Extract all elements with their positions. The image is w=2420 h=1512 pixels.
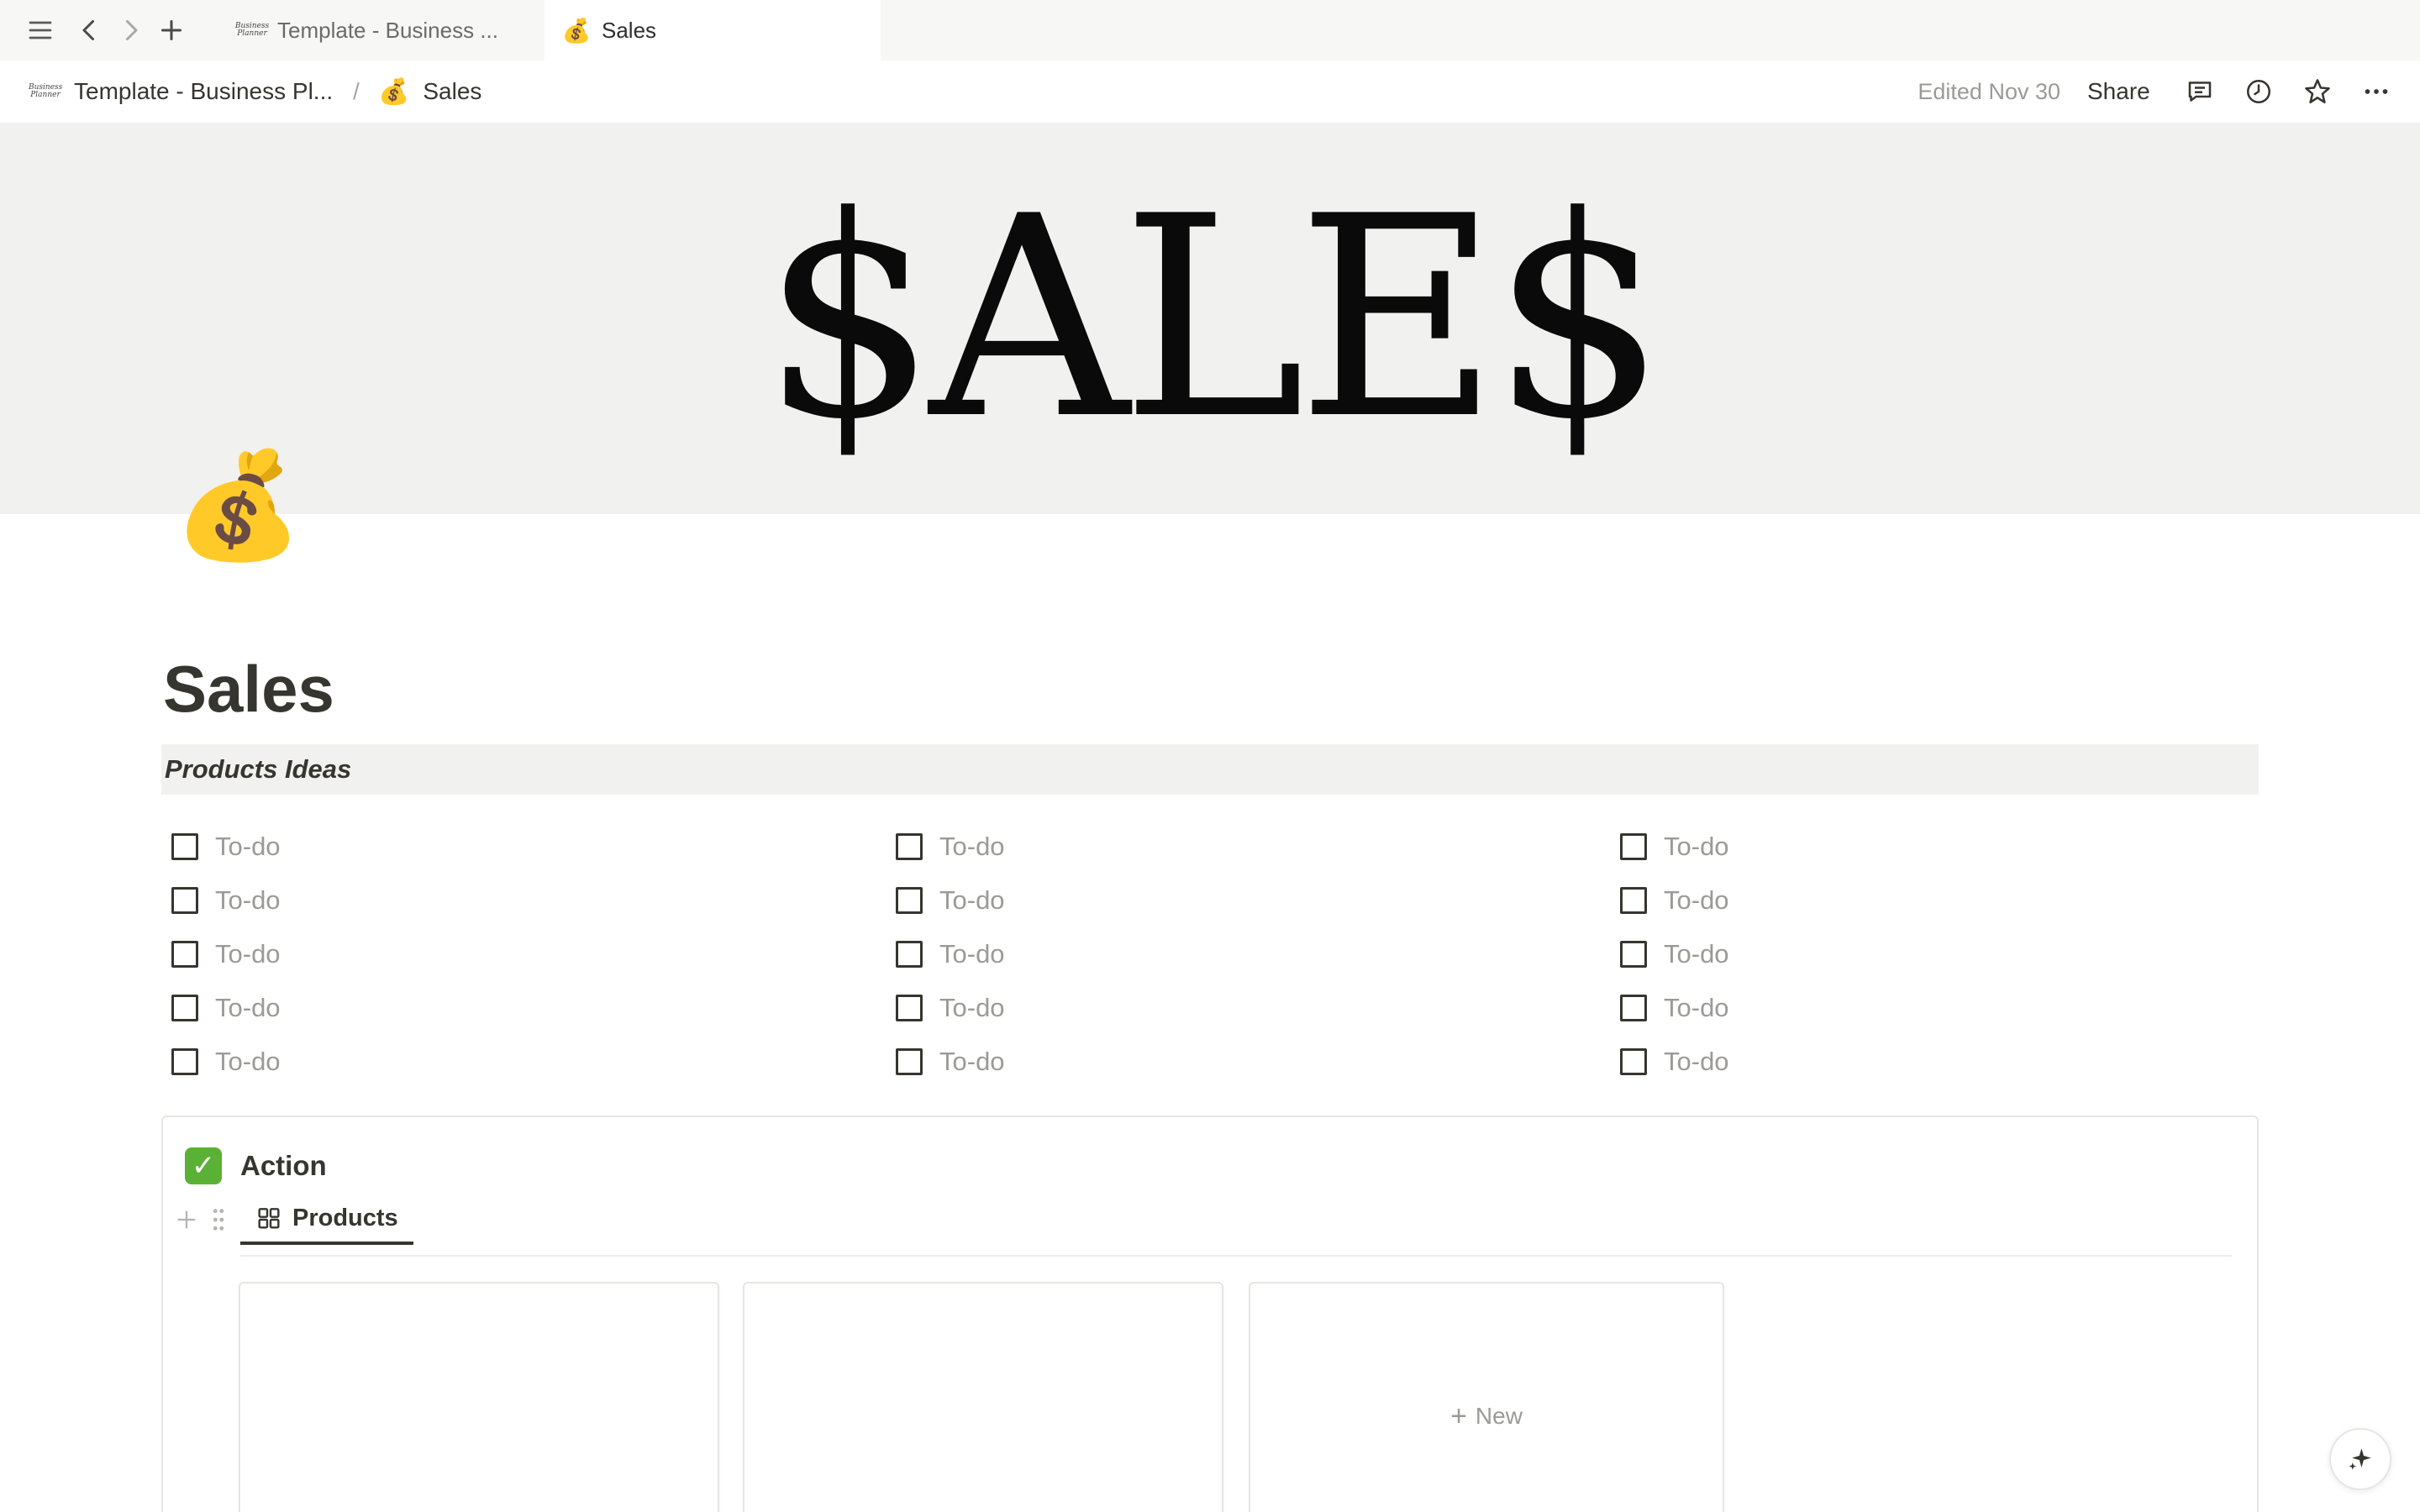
- todo-label: To-do: [215, 939, 281, 969]
- checkbox[interactable]: [1620, 887, 1647, 914]
- breadcrumb-parent[interactable]: Business Planner Template - Business Pl.…: [29, 60, 333, 123]
- tab-label: Template - Business ...: [277, 17, 498, 43]
- gallery-card[interactable]: [743, 1282, 1223, 1512]
- section-heading-label: Products Ideas: [165, 754, 352, 784]
- money-bag-icon[interactable]: 💰: [173, 438, 302, 573]
- todo-item[interactable]: To-do: [1610, 981, 1729, 1035]
- checkbox[interactable]: [171, 1048, 198, 1075]
- tab-label: Sales: [602, 17, 657, 43]
- todo-item[interactable]: To-do: [161, 927, 281, 981]
- todo-label: To-do: [1664, 832, 1729, 861]
- view-tab-label: Products: [292, 1204, 398, 1231]
- checkbox[interactable]: [1620, 941, 1647, 968]
- checkbox[interactable]: [1620, 1048, 1647, 1075]
- todo-item[interactable]: To-do: [1610, 1035, 1729, 1089]
- todo-item[interactable]: To-do: [886, 820, 1005, 874]
- check-mark-icon: ✓: [185, 1147, 222, 1184]
- checkbox[interactable]: [171, 887, 198, 914]
- todo-item[interactable]: To-do: [886, 927, 1005, 981]
- drag-handle-icon[interactable]: [207, 1205, 230, 1235]
- checkbox[interactable]: [171, 995, 198, 1021]
- checkbox[interactable]: [171, 833, 198, 860]
- todo-item[interactable]: To-do: [161, 1035, 281, 1089]
- todo-label: To-do: [1664, 993, 1729, 1022]
- cover-text: $ALE$: [760, 157, 1667, 480]
- todo-label: To-do: [939, 993, 1005, 1022]
- page-cover[interactable]: $ALE$: [0, 123, 2420, 514]
- history-icon[interactable]: [2242, 75, 2275, 108]
- todo-label: To-do: [939, 885, 1005, 915]
- sparkle-icon: [2349, 1448, 2371, 1470]
- add-block-icon[interactable]: [171, 1205, 202, 1235]
- new-card-label: New: [1475, 1403, 1523, 1429]
- todo-label: To-do: [1664, 939, 1729, 969]
- section-heading[interactable]: Products Ideas: [161, 744, 2259, 795]
- todo-item[interactable]: To-do: [1610, 874, 1729, 927]
- todo-item[interactable]: To-do: [161, 820, 281, 874]
- todo-label: To-do: [215, 885, 281, 915]
- money-bag-icon: 💰: [378, 77, 410, 106]
- breadcrumb-current[interactable]: 💰 Sales: [378, 60, 481, 123]
- sidebar-menu-icon[interactable]: [22, 12, 59, 49]
- action-callout: ✓ Action Products + New: [161, 1116, 2259, 1512]
- checkbox[interactable]: [1620, 833, 1647, 860]
- page-title[interactable]: Sales: [163, 647, 334, 731]
- todo-label: To-do: [939, 1047, 1005, 1076]
- money-bag-icon: 💰: [561, 17, 592, 44]
- checkbox[interactable]: [896, 1048, 923, 1075]
- gallery-view-icon: [258, 1208, 280, 1229]
- todo-item[interactable]: To-do: [886, 874, 1005, 927]
- view-tab-divider: [240, 1255, 2232, 1257]
- todo-label: To-do: [215, 832, 281, 861]
- todo-item[interactable]: To-do: [161, 981, 281, 1035]
- breadcrumb-separator: /: [353, 78, 360, 104]
- new-tab-icon[interactable]: [153, 12, 190, 49]
- tab-sales[interactable]: 💰 Sales: [544, 0, 881, 60]
- more-icon[interactable]: [2360, 75, 2393, 108]
- comment-icon[interactable]: [2183, 75, 2217, 108]
- view-tab-products[interactable]: Products: [240, 1194, 413, 1245]
- checkbox[interactable]: [896, 995, 923, 1021]
- checkbox[interactable]: [1620, 995, 1647, 1021]
- todo-column-3: To-do To-do To-do To-do To-do: [1610, 820, 1729, 1089]
- plus-icon: +: [1450, 1399, 1467, 1432]
- business-planner-logo-icon: Business Planner: [29, 83, 63, 99]
- todo-item[interactable]: To-do: [161, 874, 281, 927]
- ai-assistant-button[interactable]: [2329, 1428, 2391, 1490]
- tab-business-planner[interactable]: Business Planner Template - Business ...: [220, 0, 544, 60]
- page-topbar: Business Planner Template - Business Pl.…: [0, 60, 2420, 123]
- share-button[interactable]: Share: [2087, 60, 2150, 123]
- edited-timestamp: Edited Nov 30: [1918, 78, 2060, 104]
- todo-column-1: To-do To-do To-do To-do To-do: [161, 820, 281, 1089]
- star-icon[interactable]: [2301, 75, 2334, 108]
- checkbox[interactable]: [896, 887, 923, 914]
- back-icon[interactable]: [71, 12, 108, 49]
- checkbox[interactable]: [896, 833, 923, 860]
- breadcrumb-current-label: Sales: [423, 78, 482, 104]
- todo-item[interactable]: To-do: [886, 981, 1005, 1035]
- todo-label: To-do: [215, 1047, 281, 1076]
- todo-label: To-do: [939, 832, 1005, 861]
- checkbox[interactable]: [171, 941, 198, 968]
- new-card-button[interactable]: + New: [1249, 1282, 1724, 1512]
- checkbox[interactable]: [896, 941, 923, 968]
- tab-bar: Business Planner Template - Business ...…: [0, 0, 2420, 60]
- todo-label: To-do: [215, 993, 281, 1022]
- todo-item[interactable]: To-do: [1610, 927, 1729, 981]
- gallery-card[interactable]: [239, 1282, 719, 1512]
- todo-item[interactable]: To-do: [886, 1035, 1005, 1089]
- todo-column-2: To-do To-do To-do To-do To-do: [886, 820, 1005, 1089]
- breadcrumb-parent-label: Template - Business Pl...: [74, 78, 334, 104]
- todo-label: To-do: [1664, 885, 1729, 915]
- todo-label: To-do: [939, 939, 1005, 969]
- business-planner-logo-icon: Business Planner: [234, 22, 270, 38]
- callout-title[interactable]: ✓ Action: [185, 1142, 327, 1189]
- todo-label: To-do: [1664, 1047, 1729, 1076]
- forward-icon[interactable]: [113, 12, 150, 49]
- callout-title-label: Action: [240, 1150, 327, 1181]
- todo-item[interactable]: To-do: [1610, 820, 1729, 874]
